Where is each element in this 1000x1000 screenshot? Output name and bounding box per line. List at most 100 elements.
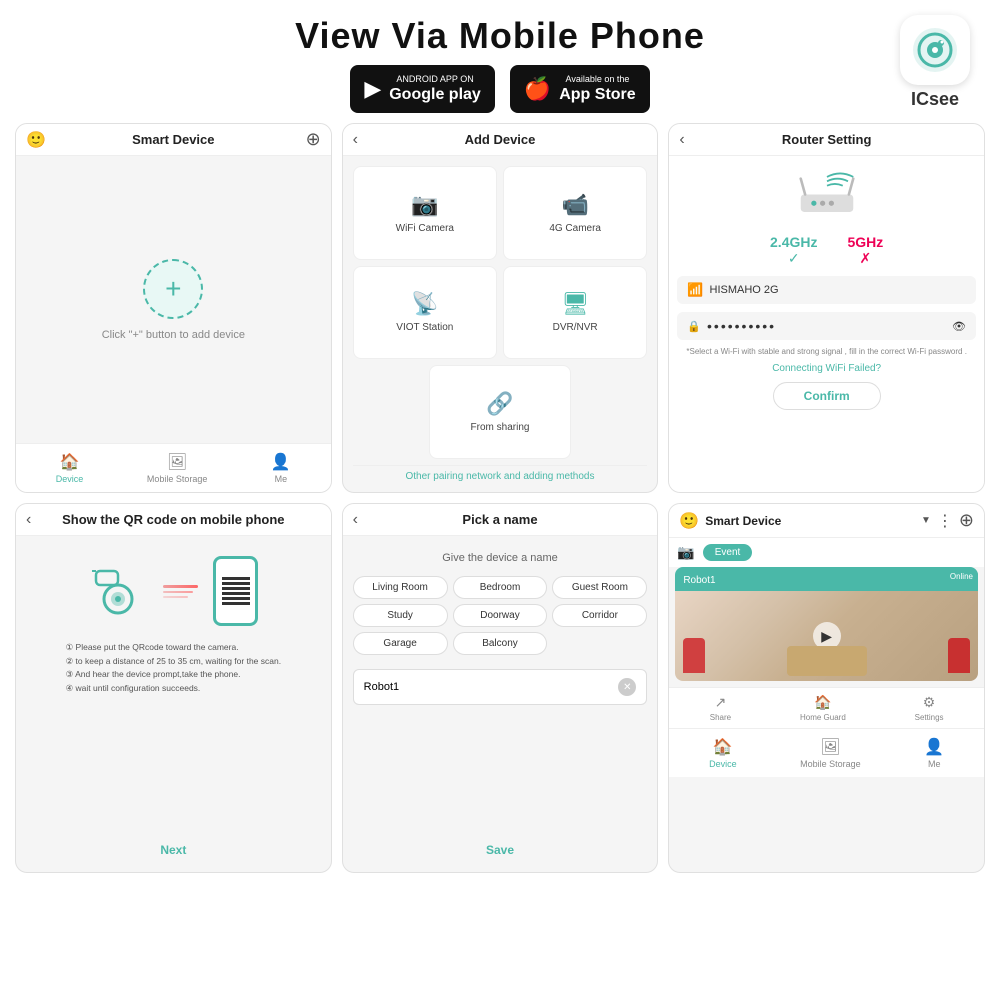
chair-right-decoration bbox=[948, 638, 970, 673]
tab-device-p6[interactable]: 🏠 Device bbox=[709, 737, 737, 769]
settings-tab[interactable]: ⚙ Settings bbox=[915, 694, 944, 722]
panel4-body: Please put the QRcode toward the camera.… bbox=[16, 536, 331, 872]
tab-device-label: Device bbox=[56, 474, 84, 484]
clear-name-button[interactable]: ✕ bbox=[618, 678, 636, 696]
more-options-icon[interactable]: ⋮ bbox=[937, 511, 953, 531]
apple-icon: 🍎 bbox=[524, 76, 551, 102]
back-icon-p3[interactable]: ‹ bbox=[679, 131, 684, 149]
dropdown-arrow-icon[interactable]: ▼ bbox=[921, 515, 931, 526]
home-guard-label: Home Guard bbox=[800, 713, 846, 722]
wifi-icon: 📶 bbox=[687, 282, 703, 298]
camera-preview[interactable]: ▶ bbox=[675, 591, 978, 681]
freq-5ghz: 5GHz ✗ bbox=[847, 234, 883, 267]
wifi-name-row: 📶 HISMAHO 2G bbox=[677, 276, 976, 304]
icsee-logo: ICsee bbox=[900, 15, 970, 110]
panel1-header: 🙂 Smart Device ⊕ bbox=[16, 124, 331, 156]
freq-24ghz: 2.4GHz ✓ bbox=[770, 234, 817, 267]
home-guard-tab[interactable]: 🏠 Home Guard bbox=[800, 694, 846, 722]
tab-mobile-storage[interactable]: 🖼 Mobile Storage bbox=[147, 452, 208, 484]
back-icon-p5[interactable]: ‹ bbox=[353, 511, 358, 529]
name-bedroom[interactable]: Bedroom bbox=[453, 576, 548, 599]
save-button[interactable]: Save bbox=[353, 838, 648, 862]
name-options-grid: Living Room Bedroom Guest Room Study Doo… bbox=[353, 576, 648, 655]
tab-me[interactable]: 👤 Me bbox=[271, 452, 291, 484]
app-store-badge[interactable]: 🍎 Available on the App Store bbox=[510, 65, 650, 113]
event-tab[interactable]: Event bbox=[703, 544, 753, 561]
name-balcony[interactable]: Balcony bbox=[453, 632, 548, 655]
back-icon-p4[interactable]: ‹ bbox=[26, 511, 31, 529]
device-card-header: Robot1 Online bbox=[675, 567, 978, 591]
event-tab-row: 📷 Event bbox=[669, 538, 984, 567]
device-wifi-camera[interactable]: 📷 WiFi Camera bbox=[353, 166, 497, 260]
icsee-label: ICsee bbox=[900, 89, 970, 110]
name-doorway[interactable]: Doorway bbox=[453, 604, 548, 627]
google-play-icon: ▶ bbox=[364, 76, 381, 102]
app-store-text: Available on the App Store bbox=[559, 74, 635, 104]
plus-icon: + bbox=[165, 275, 181, 303]
name-corridor[interactable]: Corridor bbox=[552, 604, 647, 627]
device-type-grid: 📷 WiFi Camera 📹 4G Camera 📡 VIOT Station… bbox=[353, 166, 648, 459]
panel3-body: 2.4GHz ✓ 5GHz ✗ 📶 HISMAHO 2G 🔒 •••••••••… bbox=[669, 156, 984, 492]
add-device-icon[interactable]: ⊕ bbox=[306, 129, 321, 150]
qr-hint-3: And hear the device prompt,take the phon… bbox=[66, 668, 282, 682]
add-device-button[interactable]: + bbox=[143, 259, 203, 319]
camera-svg bbox=[88, 561, 148, 621]
device-from-sharing[interactable]: 🔗 From sharing bbox=[429, 365, 570, 459]
next-button[interactable]: Next bbox=[155, 838, 191, 862]
page: View Via Mobile Phone ▶ ANDROID APP ON G… bbox=[0, 0, 1000, 1000]
panel1-title: Smart Device bbox=[132, 132, 214, 147]
4g-camera-label: 4G Camera bbox=[549, 223, 601, 234]
confirm-button[interactable]: Confirm bbox=[773, 382, 881, 410]
freq-24-label: 2.4GHz bbox=[770, 234, 817, 250]
device-viot-station[interactable]: 📡 VIOT Station bbox=[353, 266, 497, 360]
device-dvr-nvr[interactable]: 🖥 DVR/NVR bbox=[503, 266, 647, 360]
panel3-header: ‹ Router Setting bbox=[669, 124, 984, 156]
share-tab[interactable]: ↗ Share bbox=[710, 694, 731, 722]
freq-24-mark: ✓ bbox=[770, 250, 817, 267]
me-tab-label-p6: Me bbox=[928, 759, 941, 769]
panel2-header: ‹ Add Device bbox=[343, 124, 658, 156]
google-play-badge[interactable]: ▶ ANDROID APP ON Google play bbox=[350, 65, 495, 113]
viot-label: VIOT Station bbox=[396, 322, 453, 333]
panel-pick-name: ‹ Pick a name Give the device a name Liv… bbox=[342, 503, 659, 873]
panel6-header: 🙂 Smart Device ▼ ⋮ ⊕ bbox=[669, 504, 984, 538]
name-input-row: Robot1 ✕ bbox=[353, 669, 648, 705]
page-header: View Via Mobile Phone ▶ ANDROID APP ON G… bbox=[15, 15, 985, 113]
name-guest-room[interactable]: Guest Room bbox=[552, 576, 647, 599]
lock-icon: 🔒 bbox=[687, 320, 701, 333]
wifi-fail-link[interactable]: Connecting WiFi Failed? bbox=[772, 363, 881, 374]
furniture-decoration bbox=[787, 646, 867, 676]
frequency-row: 2.4GHz ✓ 5GHz ✗ bbox=[770, 234, 883, 267]
back-icon[interactable]: ‹ bbox=[353, 131, 358, 149]
online-status-badge: Online bbox=[945, 571, 978, 582]
panel6-main-footer: 🏠 Device 🖼 Mobile Storage 👤 Me bbox=[669, 728, 984, 777]
name-study[interactable]: Study bbox=[353, 604, 448, 627]
tab-device[interactable]: 🏠 Device bbox=[56, 452, 84, 484]
name-living-room[interactable]: Living Room bbox=[353, 576, 448, 599]
other-pairing-link[interactable]: Other pairing network and adding methods bbox=[353, 465, 648, 482]
tab-me-label: Me bbox=[275, 474, 288, 484]
device-name-label: Robot1 bbox=[683, 575, 715, 586]
password-field[interactable]: •••••••••• bbox=[707, 318, 946, 334]
dvr-icon: 🖥 bbox=[561, 291, 589, 317]
name-garage[interactable]: Garage bbox=[353, 632, 448, 655]
device-4g-camera[interactable]: 📹 4G Camera bbox=[503, 166, 647, 260]
panel-add-device: ‹ Add Device 📷 WiFi Camera 📹 4G Camera 📡 bbox=[342, 123, 659, 493]
panel-smart-device: 🙂 Smart Device ⊕ + Click "+" button to a… bbox=[15, 123, 332, 493]
panel2-body: 📷 WiFi Camera 📹 4G Camera 📡 VIOT Station… bbox=[343, 156, 658, 492]
panel5-body: Give the device a name Living Room Bedro… bbox=[343, 536, 658, 872]
storage-tab-label-p6: Mobile Storage bbox=[800, 759, 861, 769]
panel-qr-scan: ‹ Show the QR code on mobile phone bbox=[15, 503, 332, 873]
eye-icon[interactable]: 👁 bbox=[952, 320, 966, 333]
panel2-title: Add Device bbox=[465, 132, 536, 147]
wifi-camera-label: WiFi Camera bbox=[396, 223, 454, 234]
add-device-icon-p6[interactable]: ⊕ bbox=[959, 510, 974, 531]
tab-me-p6[interactable]: 👤 Me bbox=[924, 737, 944, 769]
camera-icon-p6: 📷 bbox=[677, 544, 694, 561]
device-name-input[interactable]: Robot1 bbox=[364, 681, 399, 693]
router-hint: *Select a Wi-Fi with stable and strong s… bbox=[686, 347, 967, 356]
google-play-text: ANDROID APP ON Google play bbox=[389, 74, 481, 104]
tab-mobile-storage-p6[interactable]: 🖼 Mobile Storage bbox=[800, 737, 861, 769]
qr-hints: Please put the QRcode toward the camera.… bbox=[66, 636, 282, 700]
router-svg bbox=[792, 169, 862, 219]
